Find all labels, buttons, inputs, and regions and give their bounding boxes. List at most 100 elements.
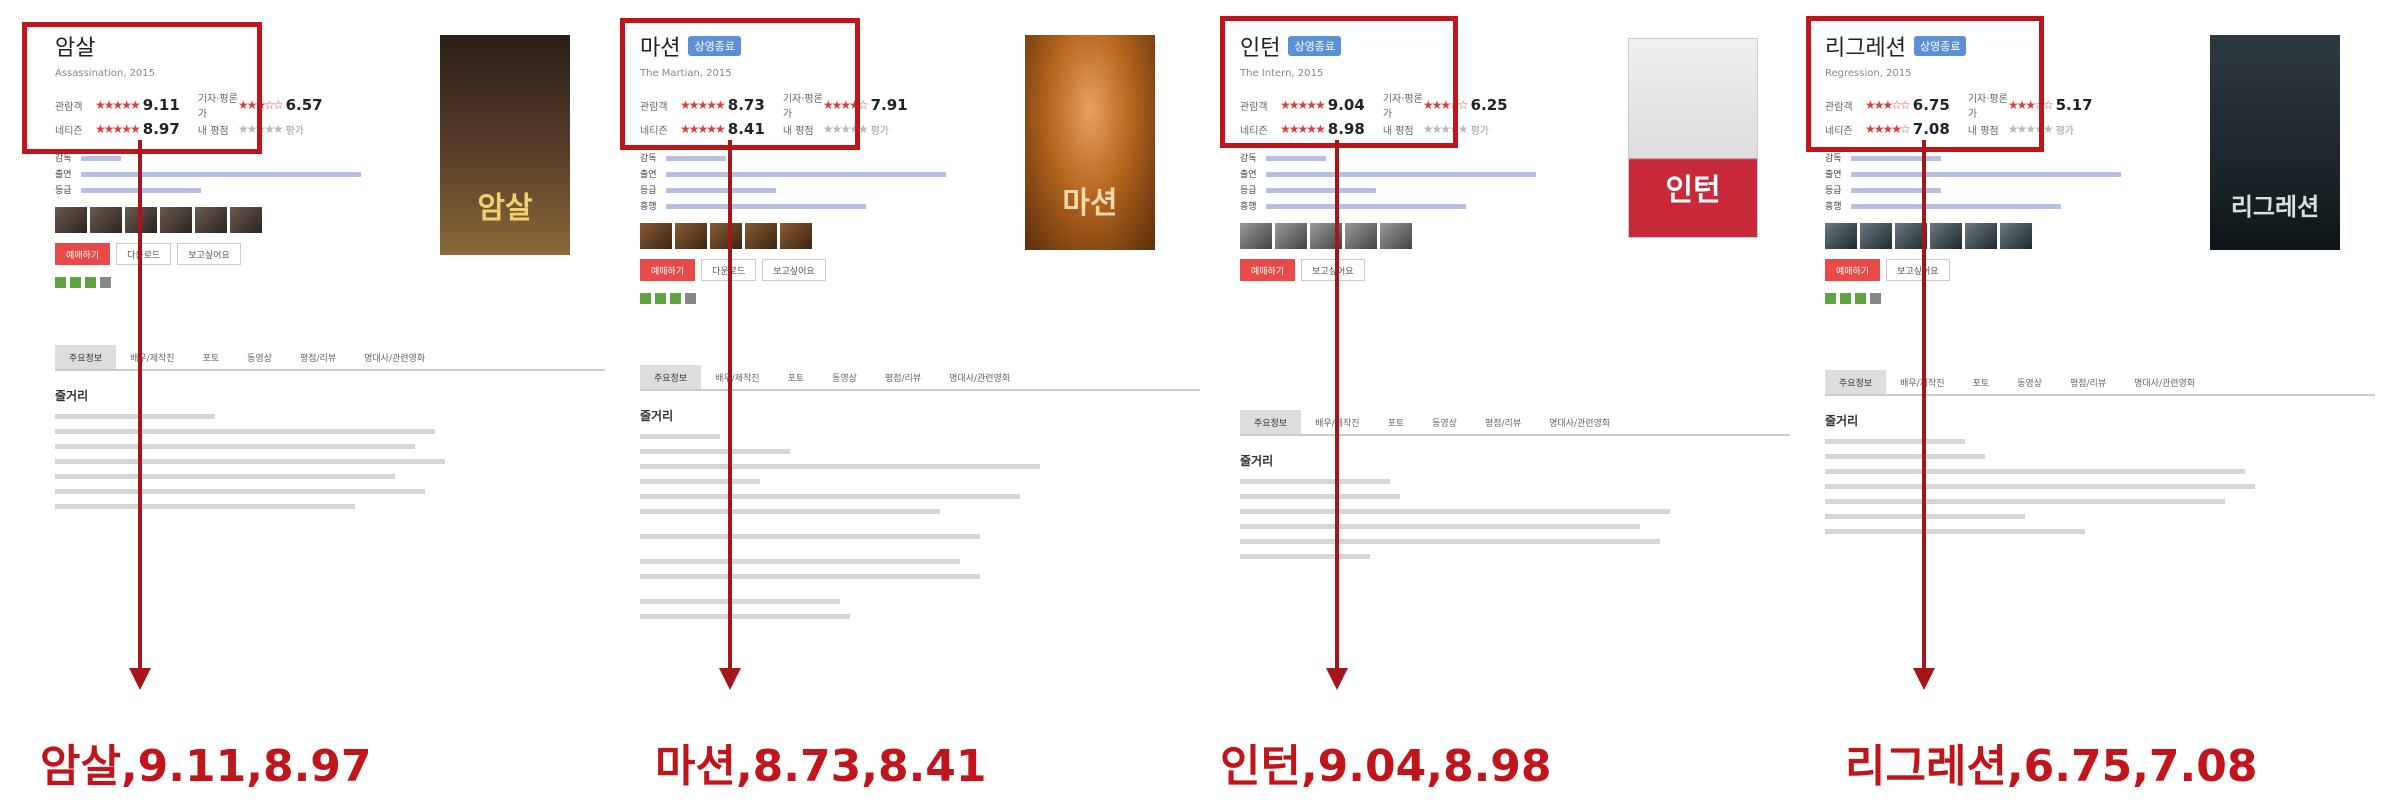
detail-tabs: 주요정보 배우/제작진 포토 동영상 평점/리뷰 명대사/관련영화 [1825, 370, 2375, 396]
photo-thumbnail[interactable] [675, 223, 707, 249]
photo-thumbnail[interactable] [195, 207, 227, 233]
tab-related[interactable]: 명대사/관련영화 [1535, 410, 1624, 434]
result-label: 마션,8.73,8.41 [655, 741, 987, 792]
tab-related[interactable]: 명대사/관련영화 [935, 365, 1024, 389]
movie-poster[interactable]: 암살 [440, 35, 570, 255]
wishlist-button[interactable]: 보고싶어요 [762, 259, 826, 281]
tab-review[interactable]: 평점/리뷰 [871, 365, 935, 389]
tab-review[interactable]: 평점/리뷰 [1471, 410, 1535, 434]
share-icon[interactable] [685, 293, 696, 304]
tab-photo[interactable]: 포토 [1959, 370, 2004, 394]
book-button[interactable]: 예매하기 [55, 243, 111, 265]
photo-thumbnail[interactable] [745, 223, 777, 249]
share-icon[interactable] [670, 293, 681, 304]
tab-cast[interactable]: 배우/제작진 [701, 365, 773, 389]
photo-thumbnail[interactable] [2000, 223, 2032, 249]
tab-main-info[interactable]: 주요정보 [1825, 370, 1887, 394]
tab-review[interactable]: 평점/리뷰 [286, 345, 350, 369]
result-label: 인턴,9.04,8.98 [1220, 741, 1552, 792]
tab-review[interactable]: 평점/리뷰 [2056, 370, 2120, 394]
book-button[interactable]: 예매하기 [640, 259, 696, 281]
critic-score: 5.17 [2055, 96, 2093, 114]
wishlist-button[interactable]: 보고싶어요 [1301, 259, 1365, 281]
photo-thumbnail[interactable] [90, 207, 122, 233]
photo-thumbnail[interactable] [710, 223, 742, 249]
my-score[interactable]: 평가 [2056, 122, 2074, 137]
critic-score: 6.57 [285, 96, 323, 114]
tab-video[interactable]: 동영상 [1418, 410, 1471, 434]
meta-key: 감독 [1240, 154, 1257, 164]
my-score[interactable]: 평가 [286, 122, 304, 137]
movie-poster[interactable]: 마션 [1025, 35, 1155, 250]
tab-video[interactable]: 동영상 [2003, 370, 2056, 394]
photo-thumbnail[interactable] [1860, 223, 1892, 249]
photo-thumbnail[interactable] [55, 207, 87, 233]
meta-key: 흥행 [640, 202, 657, 212]
movie-meta: 감독 출연 등급 흥행 [640, 151, 1020, 215]
photo-thumbnail[interactable] [1380, 223, 1412, 249]
meta-key: 감독 [1825, 154, 1842, 164]
share-icon[interactable] [655, 293, 666, 304]
photo-thumbnail[interactable] [640, 223, 672, 249]
arrow-down-icon [129, 668, 151, 690]
meta-key: 등급 [1240, 186, 1257, 196]
arrow-line [138, 140, 142, 670]
wishlist-button[interactable]: 보고싶어요 [177, 243, 241, 265]
photo-strip [640, 223, 1020, 249]
tab-main-info[interactable]: 주요정보 [1240, 410, 1302, 434]
meta-key: 출연 [1825, 170, 1842, 180]
my-score[interactable]: 평가 [871, 122, 889, 137]
my-score[interactable]: 평가 [1471, 122, 1489, 137]
wishlist-button[interactable]: 보고싶어요 [1886, 259, 1950, 281]
share-icon[interactable] [100, 277, 111, 288]
arrow-line [1335, 140, 1339, 670]
tab-cast[interactable]: 배우/제작진 [116, 345, 188, 369]
photo-thumbnail[interactable] [1930, 223, 1962, 249]
photo-thumbnail[interactable] [1965, 223, 1997, 249]
tab-related[interactable]: 명대사/관련영화 [350, 345, 439, 369]
poster-title: 리그레션 [2230, 193, 2320, 221]
share-icon[interactable] [1840, 293, 1851, 304]
book-button[interactable]: 예매하기 [1240, 259, 1296, 281]
poster-title: 암살 [477, 191, 533, 226]
arrow-line [728, 140, 732, 670]
tab-photo[interactable]: 포토 [189, 345, 234, 369]
tab-related[interactable]: 명대사/관련영화 [2120, 370, 2209, 394]
tab-photo[interactable]: 포토 [774, 365, 819, 389]
share-icon[interactable] [1825, 293, 1836, 304]
movie-meta: 감독 출연 등급 흥행 [1825, 151, 2205, 215]
tab-main-info[interactable]: 주요정보 [640, 365, 702, 389]
share-icon[interactable] [1870, 293, 1881, 304]
tab-main-info[interactable]: 주요정보 [55, 345, 117, 369]
movie-poster[interactable]: 리그레션 [2210, 35, 2340, 250]
share-icon[interactable] [85, 277, 96, 288]
share-icon[interactable] [55, 277, 66, 288]
share-icons [55, 277, 435, 288]
detail-tabs: 주요정보 배우/제작진 포토 동영상 평점/리뷰 명대사/관련영화 [1240, 410, 1790, 436]
photo-thumbnail[interactable] [160, 207, 192, 233]
photo-thumbnail[interactable] [1240, 223, 1272, 249]
tab-video[interactable]: 동영상 [818, 365, 871, 389]
share-icon[interactable] [70, 277, 81, 288]
tab-video[interactable]: 동영상 [233, 345, 286, 369]
rating-highlight-box [22, 22, 262, 154]
photo-thumbnail[interactable] [1275, 223, 1307, 249]
share-icon[interactable] [1855, 293, 1866, 304]
photo-thumbnail[interactable] [1825, 223, 1857, 249]
share-icons [640, 293, 1020, 304]
critic-score: 7.91 [870, 96, 908, 114]
photo-thumbnail[interactable] [780, 223, 812, 249]
book-button[interactable]: 예매하기 [1825, 259, 1881, 281]
result-label: 리그레션,6.75,7.08 [1845, 741, 2258, 792]
movie-poster[interactable]: 인턴 [1628, 38, 1758, 238]
photo-thumbnail[interactable] [1345, 223, 1377, 249]
photo-thumbnail[interactable] [230, 207, 262, 233]
synopsis-heading: 줄거리 [1825, 414, 1859, 428]
share-icon[interactable] [640, 293, 651, 304]
tab-photo[interactable]: 포토 [1374, 410, 1419, 434]
meta-key: 출연 [640, 170, 657, 180]
critic-score: 6.25 [1470, 96, 1508, 114]
meta-key: 감독 [640, 154, 657, 164]
detail-tabs: 주요정보 배우/제작진 포토 동영상 평점/리뷰 명대사/관련영화 [640, 365, 1200, 391]
download-button[interactable]: 다운로드 [116, 243, 172, 265]
